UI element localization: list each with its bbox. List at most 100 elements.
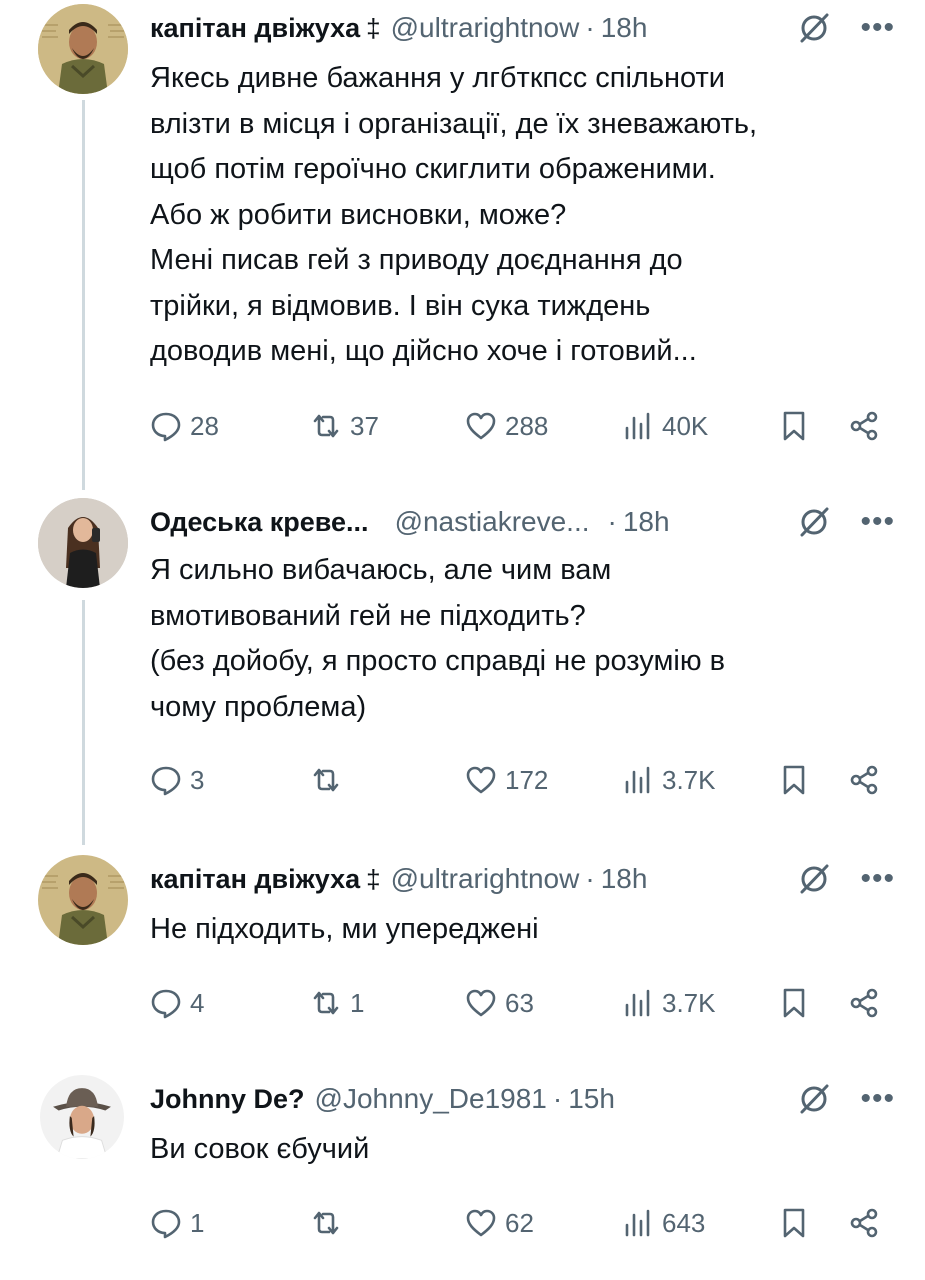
views-button[interactable]: 40K bbox=[622, 406, 708, 446]
grok-icon[interactable] bbox=[796, 861, 832, 897]
like-button[interactable]: 172 bbox=[465, 760, 548, 800]
share-icon bbox=[850, 765, 878, 795]
heart-icon bbox=[466, 766, 496, 794]
reply-count: 28 bbox=[190, 410, 219, 441]
repost-button[interactable]: 37 bbox=[310, 406, 379, 446]
reply-icon bbox=[151, 766, 181, 796]
author-handle[interactable]: @ultrarightnow bbox=[391, 12, 580, 44]
more-options-icon[interactable]: ••• bbox=[860, 507, 895, 537]
heart-icon bbox=[466, 989, 496, 1017]
views-count: 3.7K bbox=[662, 764, 716, 795]
author-handle[interactable]: @nastiakreve... bbox=[395, 506, 590, 538]
views-count: 643 bbox=[662, 1207, 706, 1238]
woman-selfie-avatar-icon bbox=[38, 498, 128, 588]
separator-dot: · bbox=[552, 1083, 563, 1114]
man-hat-avatar-icon bbox=[40, 1075, 124, 1159]
timestamp[interactable]: 18h bbox=[601, 863, 648, 895]
bookmark-icon bbox=[783, 411, 805, 441]
author-name[interactable]: капітан двіжуха bbox=[150, 13, 360, 44]
bookmark-button[interactable] bbox=[778, 760, 810, 800]
bookmark-icon bbox=[783, 1208, 805, 1238]
repost-button[interactable] bbox=[310, 1203, 350, 1243]
more-options-icon[interactable]: ••• bbox=[860, 13, 895, 43]
heart-icon bbox=[466, 1209, 496, 1237]
share-button[interactable] bbox=[848, 1203, 880, 1243]
views-icon bbox=[625, 1209, 650, 1237]
tweet-header: капітан двіжуха ‡ @ultrarightnow · 18h •… bbox=[150, 857, 895, 901]
tweet-header: Johnny De? @Johnny_De1981 · 15h ••• bbox=[150, 1077, 895, 1121]
tweet[interactable]: капітан двіжуха ‡ @ultrarightnow · 18h •… bbox=[0, 4, 925, 474]
author-badge: ‡ bbox=[366, 12, 381, 43]
like-button[interactable]: 288 bbox=[465, 406, 548, 446]
separator-dot: · bbox=[585, 12, 595, 43]
views-button[interactable]: 3.7K bbox=[622, 760, 716, 800]
grok-icon[interactable] bbox=[796, 10, 832, 46]
reply-button[interactable]: 28 bbox=[150, 406, 219, 446]
tweet-header: капітан двіжуха ‡ @ultrarightnow · 18h •… bbox=[150, 6, 895, 50]
repost-button[interactable]: 1 bbox=[310, 983, 364, 1023]
author-name[interactable]: капітан двіжуха bbox=[150, 864, 360, 895]
author-handle[interactable]: @Johnny_De1981 bbox=[315, 1083, 547, 1115]
avatar[interactable] bbox=[38, 4, 128, 94]
tweet-actions: 4 1 63 3.7K bbox=[150, 983, 890, 1023]
author-badge: ‡ bbox=[366, 863, 381, 894]
reply-button[interactable]: 1 bbox=[150, 1203, 204, 1243]
reply-button[interactable]: 4 bbox=[150, 983, 204, 1023]
heart-icon bbox=[466, 412, 496, 440]
like-button[interactable]: 63 bbox=[465, 983, 534, 1023]
tweet-actions: 1 62 643 bbox=[150, 1203, 890, 1243]
bookmark-button[interactable] bbox=[778, 1203, 810, 1243]
more-options-icon[interactable]: ••• bbox=[860, 1084, 895, 1114]
views-icon bbox=[625, 989, 650, 1017]
views-count: 40K bbox=[662, 410, 709, 441]
tweet-text: Не підходить, ми упереджені bbox=[150, 913, 539, 945]
tweet-text: Ви совок єбучий bbox=[150, 1133, 370, 1165]
views-button[interactable]: 643 bbox=[622, 1203, 705, 1243]
timestamp[interactable]: 18h bbox=[601, 12, 648, 44]
timestamp[interactable]: 18h bbox=[623, 506, 670, 538]
share-button[interactable] bbox=[848, 760, 880, 800]
views-count: 3.7K bbox=[662, 987, 716, 1018]
like-count: 172 bbox=[505, 764, 549, 795]
tweet[interactable]: Johnny De? @Johnny_De1981 · 15h ••• Ви с… bbox=[0, 1075, 925, 1275]
share-icon bbox=[850, 411, 878, 441]
repost-count: 1 bbox=[350, 987, 365, 1018]
avatar[interactable] bbox=[40, 1075, 124, 1159]
tweet-text: Я сильно вибачаюсь, але чим вам вмотивов… bbox=[150, 554, 726, 723]
repost-icon bbox=[313, 1211, 339, 1235]
share-icon bbox=[850, 988, 878, 1018]
grok-icon[interactable] bbox=[796, 504, 832, 540]
author-name[interactable]: Одеська креве... bbox=[150, 507, 369, 538]
timestamp[interactable]: 15h bbox=[568, 1083, 615, 1115]
like-count: 62 bbox=[505, 1207, 534, 1238]
bookmark-button[interactable] bbox=[778, 983, 810, 1023]
tweet-header: Одеська креве... @nastiakreve... · 18h •… bbox=[150, 500, 895, 544]
like-button[interactable]: 62 bbox=[465, 1203, 534, 1243]
tweet-text: Якесь дивне бажання у лгбткпсс спільноти… bbox=[150, 62, 758, 367]
reply-button[interactable]: 3 bbox=[150, 760, 204, 800]
bookmark-icon bbox=[783, 988, 805, 1018]
views-icon bbox=[625, 766, 650, 794]
repost-icon bbox=[313, 768, 339, 792]
military-portrait-avatar-icon bbox=[38, 4, 128, 94]
reply-icon bbox=[151, 412, 181, 442]
tweet[interactable]: Одеська креве... @nastiakreve... · 18h •… bbox=[0, 498, 925, 818]
separator-dot: · bbox=[585, 863, 595, 894]
reply-icon bbox=[151, 1209, 181, 1239]
military-portrait-avatar-icon bbox=[38, 855, 128, 945]
bookmark-button[interactable] bbox=[778, 406, 810, 446]
like-count: 63 bbox=[505, 987, 534, 1018]
tweet[interactable]: капітан двіжуха ‡ @ultrarightnow · 18h •… bbox=[0, 855, 925, 1045]
author-name[interactable]: Johnny De? bbox=[150, 1084, 305, 1115]
repost-button[interactable] bbox=[310, 760, 350, 800]
avatar[interactable] bbox=[38, 855, 128, 945]
author-handle[interactable]: @ultrarightnow bbox=[391, 863, 580, 895]
avatar[interactable] bbox=[38, 498, 128, 588]
grok-icon[interactable] bbox=[796, 1081, 832, 1117]
views-button[interactable]: 3.7K bbox=[622, 983, 716, 1023]
reply-count: 1 bbox=[190, 1207, 205, 1238]
separator-dot: · bbox=[607, 506, 617, 537]
share-button[interactable] bbox=[848, 983, 880, 1023]
more-options-icon[interactable]: ••• bbox=[860, 864, 895, 894]
share-button[interactable] bbox=[848, 406, 880, 446]
